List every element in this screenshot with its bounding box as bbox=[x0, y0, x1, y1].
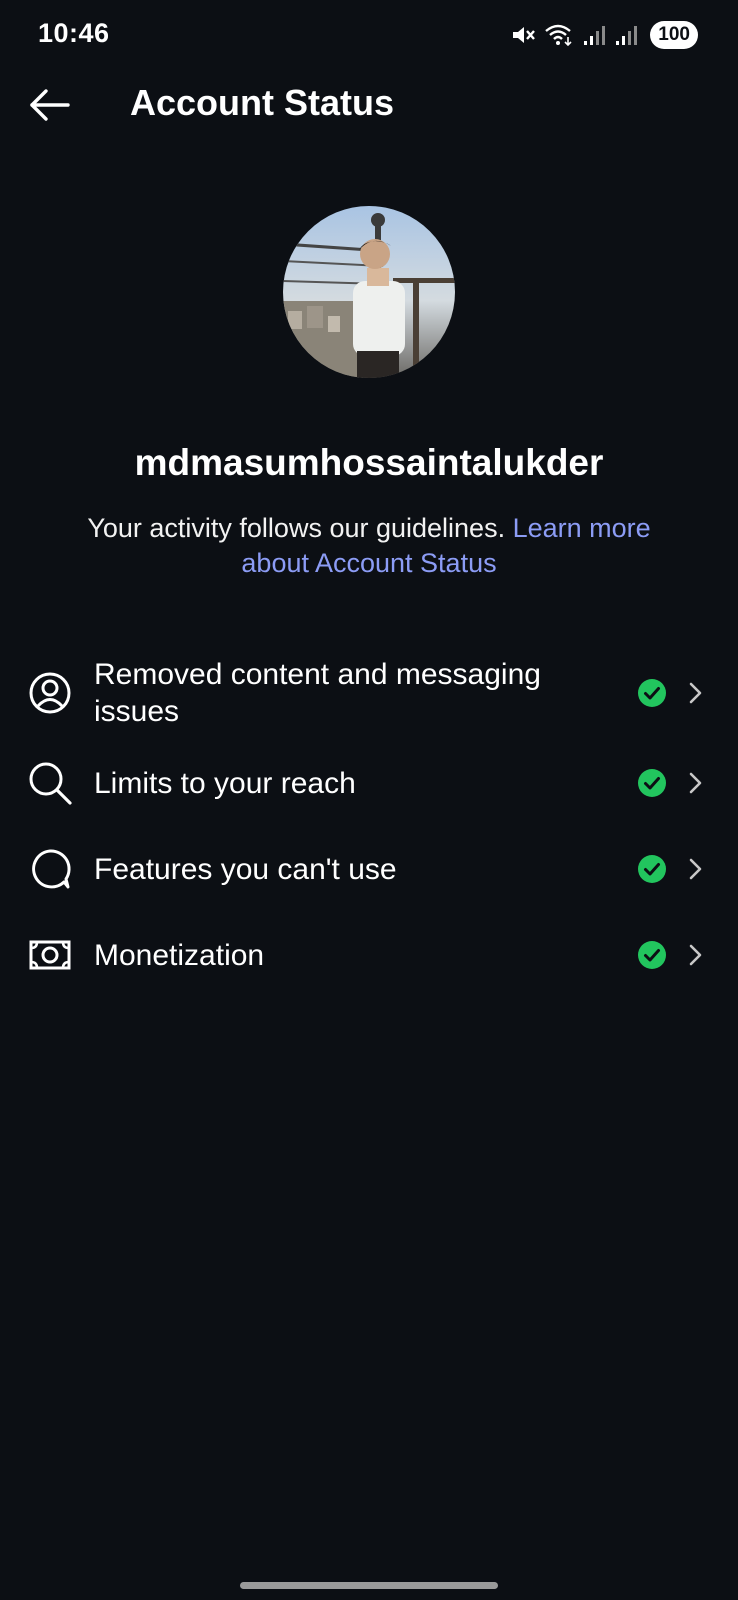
check-circle-icon bbox=[638, 941, 666, 969]
back-button[interactable] bbox=[26, 85, 74, 125]
money-icon bbox=[29, 940, 71, 970]
home-indicator[interactable] bbox=[240, 1582, 498, 1589]
status-bar: 10:46 100 bbox=[0, 0, 738, 70]
header: Account Status bbox=[0, 70, 738, 140]
wifi-icon bbox=[544, 23, 574, 47]
status-time: 10:46 bbox=[38, 18, 110, 48]
menu-item-label: Monetization bbox=[94, 938, 265, 972]
chevron-right-icon bbox=[689, 682, 702, 704]
username: mdmasumhossaintalukder bbox=[134, 442, 604, 483]
menu-item-label: Removed content and messaging issues bbox=[94, 658, 541, 728]
account-status-menu: Removed content and messaging issues Lim… bbox=[0, 650, 738, 998]
guideline-text: Your activity follows our guidelines. Le… bbox=[50, 511, 688, 581]
check-circle-icon bbox=[638, 855, 666, 883]
user-circle-icon bbox=[29, 672, 71, 714]
signal-icon bbox=[582, 23, 606, 47]
search-icon bbox=[29, 762, 72, 805]
avatar bbox=[283, 206, 455, 378]
menu-item-features-cant-use[interactable]: Features you can't use bbox=[0, 826, 738, 912]
chevron-right-icon bbox=[689, 772, 702, 794]
battery-indicator: 100 bbox=[650, 21, 698, 49]
page-title: Account Status bbox=[130, 82, 395, 123]
menu-item-limits-reach[interactable]: Limits to your reach bbox=[0, 740, 738, 826]
arrow-left-icon bbox=[30, 89, 70, 121]
guideline-message: Your activity follows our guidelines. bbox=[87, 513, 513, 543]
mute-icon bbox=[510, 23, 536, 47]
menu-item-removed-content[interactable]: Removed content and messaging issues bbox=[0, 650, 738, 736]
menu-item-monetization[interactable]: Monetization bbox=[0, 912, 738, 998]
check-circle-icon bbox=[638, 769, 666, 797]
check-circle-icon bbox=[638, 679, 666, 707]
speech-bubble-icon bbox=[32, 849, 71, 889]
status-icons: 100 bbox=[510, 20, 698, 50]
chevron-right-icon bbox=[689, 858, 702, 880]
chevron-right-icon bbox=[689, 944, 702, 966]
menu-item-label: Features you can't use bbox=[94, 852, 397, 886]
signal-icon bbox=[614, 23, 638, 47]
menu-item-label: Limits to your reach bbox=[94, 766, 356, 800]
